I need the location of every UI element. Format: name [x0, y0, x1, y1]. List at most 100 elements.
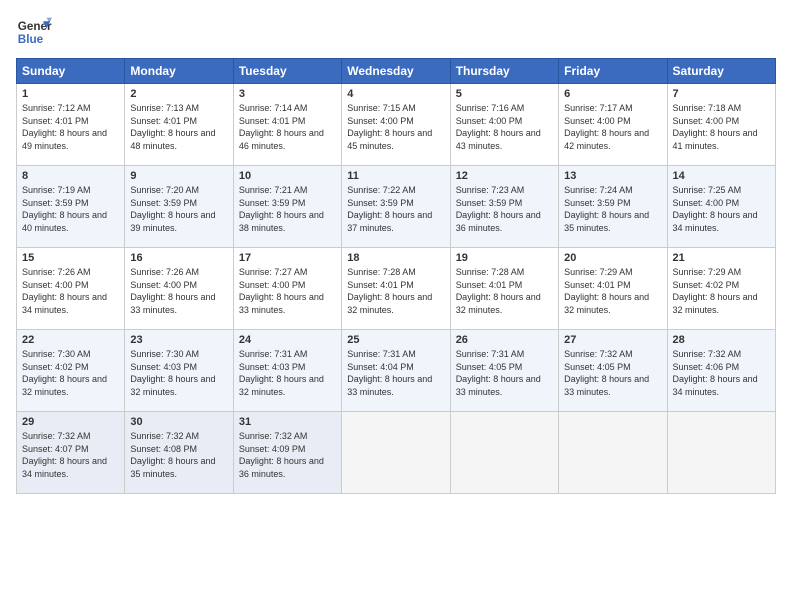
day-number: 20	[564, 252, 661, 264]
day-of-week-header: Monday	[125, 59, 233, 84]
calendar-day-cell: 21 Sunrise: 7:29 AMSunset: 4:02 PMDayligh…	[667, 248, 775, 330]
calendar-day-cell: 25 Sunrise: 7:31 AMSunset: 4:04 PMDayligh…	[342, 330, 450, 412]
day-info: Sunrise: 7:26 AMSunset: 4:00 PMDaylight:…	[130, 267, 215, 315]
day-info: Sunrise: 7:24 AMSunset: 3:59 PMDaylight:…	[564, 185, 649, 233]
day-info: Sunrise: 7:31 AMSunset: 4:05 PMDaylight:…	[456, 349, 541, 397]
calendar-day-cell: 8Sunrise: 7:19 AMSunset: 3:59 PMDaylight…	[17, 166, 125, 248]
day-info: Sunrise: 7:31 AMSunset: 4:04 PMDaylight:…	[347, 349, 432, 397]
day-of-week-header: Thursday	[450, 59, 558, 84]
calendar-day-cell: 2 Sunrise: 7:13 AMSunset: 4:01 PMDaylight…	[125, 84, 233, 166]
calendar-day-cell: 23 Sunrise: 7:30 AMSunset: 4:03 PMDayligh…	[125, 330, 233, 412]
calendar-day-cell: 14Sunrise: 7:25 AMSunset: 4:00 PMDayligh…	[667, 166, 775, 248]
day-info: Sunrise: 7:29 AMSunset: 4:01 PMDaylight:…	[564, 267, 649, 315]
day-info: Sunrise: 7:26 AMSunset: 4:00 PMDaylight:…	[22, 267, 107, 315]
day-info: Sunrise: 7:16 AMSunset: 4:00 PMDaylight:…	[456, 103, 541, 151]
day-info: Sunrise: 7:32 AMSunset: 4:05 PMDaylight:…	[564, 349, 649, 397]
day-number: 21	[673, 252, 770, 264]
day-number: 7	[673, 88, 770, 100]
day-number: 6	[564, 88, 661, 100]
calendar-week-row: 22Sunrise: 7:30 AMSunset: 4:02 PMDayligh…	[17, 330, 776, 412]
day-info: Sunrise: 7:28 AMSunset: 4:01 PMDaylight:…	[347, 267, 432, 315]
calendar-day-cell: 9 Sunrise: 7:20 AMSunset: 3:59 PMDaylight…	[125, 166, 233, 248]
day-number: 2	[130, 88, 227, 100]
calendar-day-cell: 19 Sunrise: 7:28 AMSunset: 4:01 PMDayligh…	[450, 248, 558, 330]
calendar-day-cell: 20 Sunrise: 7:29 AMSunset: 4:01 PMDayligh…	[559, 248, 667, 330]
day-number: 1	[22, 88, 119, 100]
day-info: Sunrise: 7:18 AMSunset: 4:00 PMDaylight:…	[673, 103, 758, 151]
day-info: Sunrise: 7:27 AMSunset: 4:00 PMDaylight:…	[239, 267, 324, 315]
calendar-table: SundayMondayTuesdayWednesdayThursdayFrid…	[16, 58, 776, 494]
day-number: 23	[130, 334, 227, 346]
logo-icon: General Blue	[16, 14, 52, 50]
calendar-day-cell	[342, 412, 450, 494]
calendar-day-cell: 31Sunrise: 7:32 AMSunset: 4:09 PMDayligh…	[233, 412, 341, 494]
day-of-week-header: Saturday	[667, 59, 775, 84]
header: General Blue	[16, 14, 776, 50]
day-info: Sunrise: 7:20 AMSunset: 3:59 PMDaylight:…	[130, 185, 215, 233]
day-info: Sunrise: 7:13 AMSunset: 4:01 PMDaylight:…	[130, 103, 215, 151]
calendar-day-cell: 6 Sunrise: 7:17 AMSunset: 4:00 PMDaylight…	[559, 84, 667, 166]
svg-text:Blue: Blue	[18, 33, 44, 46]
calendar-day-cell: 13 Sunrise: 7:24 AMSunset: 3:59 PMDayligh…	[559, 166, 667, 248]
day-number: 30	[130, 416, 227, 428]
day-info: Sunrise: 7:31 AMSunset: 4:03 PMDaylight:…	[239, 349, 324, 397]
day-info: Sunrise: 7:32 AMSunset: 4:07 PMDaylight:…	[22, 431, 107, 479]
day-number: 17	[239, 252, 336, 264]
day-info: Sunrise: 7:25 AMSunset: 4:00 PMDaylight:…	[673, 185, 758, 233]
day-of-week-header: Sunday	[17, 59, 125, 84]
day-info: Sunrise: 7:14 AMSunset: 4:01 PMDaylight:…	[239, 103, 324, 151]
calendar-day-cell: 10Sunrise: 7:21 AMSunset: 3:59 PMDayligh…	[233, 166, 341, 248]
day-number: 5	[456, 88, 553, 100]
day-info: Sunrise: 7:32 AMSunset: 4:08 PMDaylight:…	[130, 431, 215, 479]
calendar-day-cell: 16 Sunrise: 7:26 AMSunset: 4:00 PMDayligh…	[125, 248, 233, 330]
calendar-day-cell: 30 Sunrise: 7:32 AMSunset: 4:08 PMDayligh…	[125, 412, 233, 494]
day-number: 29	[22, 416, 119, 428]
day-info: Sunrise: 7:29 AMSunset: 4:02 PMDaylight:…	[673, 267, 758, 315]
day-info: Sunrise: 7:32 AMSunset: 4:06 PMDaylight:…	[673, 349, 758, 397]
day-number: 15	[22, 252, 119, 264]
day-number: 22	[22, 334, 119, 346]
calendar-day-cell: 28 Sunrise: 7:32 AMSunset: 4:06 PMDayligh…	[667, 330, 775, 412]
page: General Blue SundayMondayTuesdayWednesda…	[0, 0, 792, 612]
day-info: Sunrise: 7:30 AMSunset: 4:03 PMDaylight:…	[130, 349, 215, 397]
day-number: 12	[456, 170, 553, 182]
calendar-day-cell: 29 Sunrise: 7:32 AMSunset: 4:07 PMDayligh…	[17, 412, 125, 494]
calendar-day-cell: 4 Sunrise: 7:15 AMSunset: 4:00 PMDaylight…	[342, 84, 450, 166]
day-info: Sunrise: 7:19 AMSunset: 3:59 PMDaylight:…	[22, 185, 107, 233]
calendar-day-cell: 24 Sunrise: 7:31 AMSunset: 4:03 PMDayligh…	[233, 330, 341, 412]
calendar-day-cell: 17 Sunrise: 7:27 AMSunset: 4:00 PMDayligh…	[233, 248, 341, 330]
day-number: 18	[347, 252, 444, 264]
day-info: Sunrise: 7:12 AMSunset: 4:01 PMDaylight:…	[22, 103, 107, 151]
calendar-week-row: 15 Sunrise: 7:26 AMSunset: 4:00 PMDayligh…	[17, 248, 776, 330]
day-number: 9	[130, 170, 227, 182]
day-number: 28	[673, 334, 770, 346]
day-number: 13	[564, 170, 661, 182]
day-info: Sunrise: 7:32 AMSunset: 4:09 PMDaylight:…	[239, 431, 324, 479]
day-of-week-header: Wednesday	[342, 59, 450, 84]
day-info: Sunrise: 7:15 AMSunset: 4:00 PMDaylight:…	[347, 103, 432, 151]
day-number: 16	[130, 252, 227, 264]
day-number: 27	[564, 334, 661, 346]
day-number: 4	[347, 88, 444, 100]
day-info: Sunrise: 7:22 AMSunset: 3:59 PMDaylight:…	[347, 185, 432, 233]
calendar-day-cell: 18 Sunrise: 7:28 AMSunset: 4:01 PMDayligh…	[342, 248, 450, 330]
day-info: Sunrise: 7:28 AMSunset: 4:01 PMDaylight:…	[456, 267, 541, 315]
logo: General Blue	[16, 14, 54, 50]
calendar-day-cell: 27 Sunrise: 7:32 AMSunset: 4:05 PMDayligh…	[559, 330, 667, 412]
day-number: 24	[239, 334, 336, 346]
day-number: 25	[347, 334, 444, 346]
calendar-day-cell: 26Sunrise: 7:31 AMSunset: 4:05 PMDayligh…	[450, 330, 558, 412]
day-info: Sunrise: 7:21 AMSunset: 3:59 PMDaylight:…	[239, 185, 324, 233]
calendar-day-cell: 3Sunrise: 7:14 AMSunset: 4:01 PMDaylight…	[233, 84, 341, 166]
day-of-week-header: Tuesday	[233, 59, 341, 84]
calendar-day-cell: 15 Sunrise: 7:26 AMSunset: 4:00 PMDayligh…	[17, 248, 125, 330]
calendar-day-cell	[667, 412, 775, 494]
calendar-day-cell	[559, 412, 667, 494]
day-info: Sunrise: 7:17 AMSunset: 4:00 PMDaylight:…	[564, 103, 649, 151]
calendar-day-cell: 7 Sunrise: 7:18 AMSunset: 4:00 PMDaylight…	[667, 84, 775, 166]
calendar-week-row: 29 Sunrise: 7:32 AMSunset: 4:07 PMDayligh…	[17, 412, 776, 494]
calendar-day-cell: 1 Sunrise: 7:12 AMSunset: 4:01 PMDaylight…	[17, 84, 125, 166]
calendar-day-cell: 22Sunrise: 7:30 AMSunset: 4:02 PMDayligh…	[17, 330, 125, 412]
day-number: 19	[456, 252, 553, 264]
calendar-day-cell: 11Sunrise: 7:22 AMSunset: 3:59 PMDayligh…	[342, 166, 450, 248]
